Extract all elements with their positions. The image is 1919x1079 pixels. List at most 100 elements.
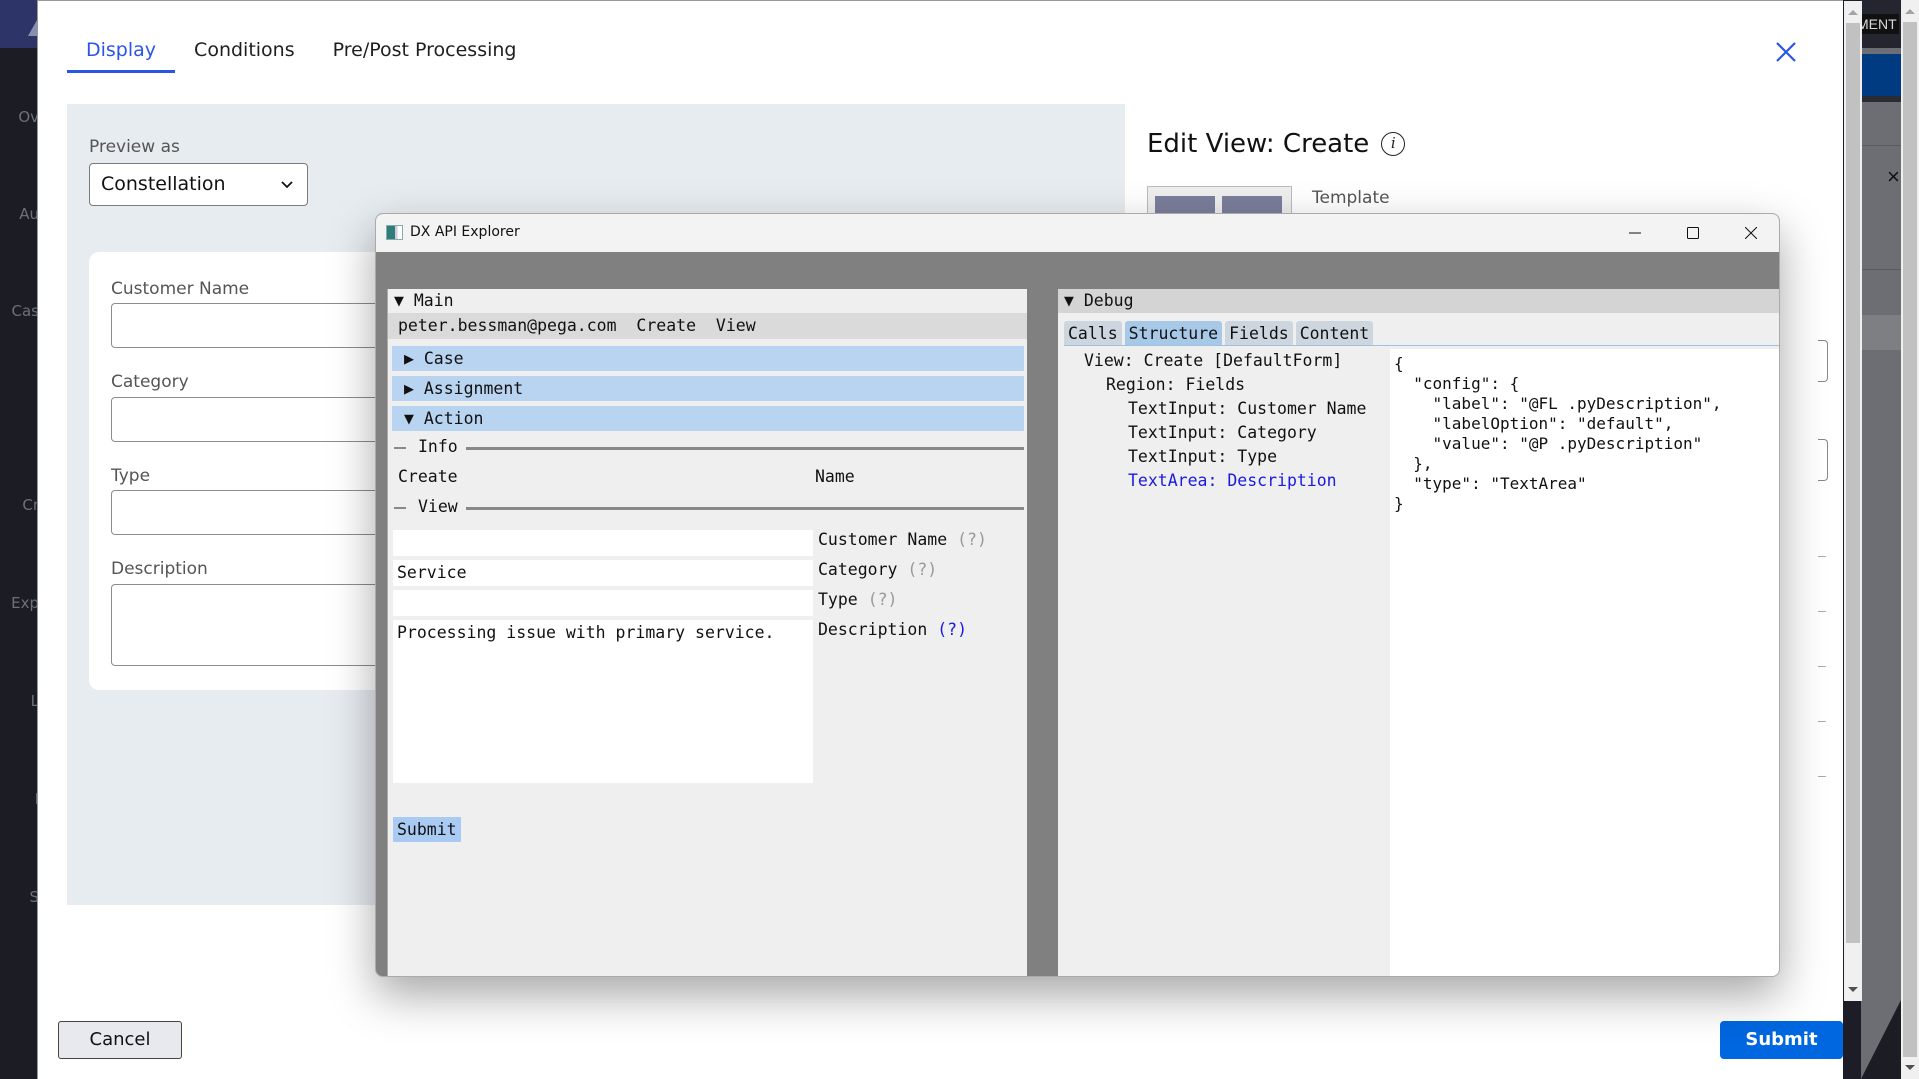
header-button-text[interactable]: MENT bbox=[1861, 14, 1899, 34]
separator-rule bbox=[466, 447, 1024, 450]
tab-pre-post-processing[interactable]: Pre/Post Processing bbox=[314, 31, 536, 73]
tree-node[interactable]: TextInput: Customer Name bbox=[1128, 399, 1366, 418]
nav-item[interactable]: Exp bbox=[11, 594, 37, 612]
scroll-up-icon[interactable] bbox=[1905, 9, 1915, 14]
tree-node[interactable]: TextInput: Category bbox=[1128, 423, 1317, 442]
type-label: Type bbox=[111, 466, 151, 486]
scrollbar-thumb[interactable] bbox=[1903, 22, 1917, 1057]
section-assignment[interactable]: ▶ Assignment bbox=[392, 376, 1024, 401]
preview-as-select[interactable]: Constellation bbox=[89, 163, 308, 206]
info-icon[interactable]: i bbox=[1381, 132, 1406, 156]
dx-submit-button[interactable]: Submit bbox=[393, 817, 461, 842]
divider bbox=[1818, 666, 1826, 667]
tab-display[interactable]: Display bbox=[67, 31, 176, 73]
template-label: Template bbox=[1312, 188, 1390, 208]
divider bbox=[1818, 611, 1826, 612]
section-case[interactable]: ▶ Case bbox=[392, 346, 1024, 371]
nav-item[interactable]: S bbox=[29, 888, 37, 906]
json-line: }, bbox=[1394, 454, 1433, 473]
json-line: { bbox=[1394, 354, 1404, 373]
minimize-button[interactable] bbox=[1606, 214, 1664, 252]
nav-item[interactable]: Ov bbox=[18, 108, 37, 126]
description-label: Description (?) bbox=[818, 620, 967, 639]
field-label: Description bbox=[818, 620, 928, 639]
close-window-button[interactable] bbox=[1722, 214, 1779, 252]
maximize-button[interactable] bbox=[1664, 214, 1722, 252]
app-brand-bar bbox=[0, 0, 37, 48]
divider bbox=[1818, 776, 1826, 777]
template-thumbnail[interactable] bbox=[1147, 186, 1292, 216]
section-action[interactable]: ▼ Action bbox=[392, 406, 1024, 431]
tab-conditions[interactable]: Conditions bbox=[175, 31, 314, 73]
cancel-button[interactable]: Cancel bbox=[58, 1021, 182, 1059]
debug-tab-calls[interactable]: Calls bbox=[1064, 321, 1122, 345]
separator-dash bbox=[394, 507, 406, 509]
close-icon[interactable]: × bbox=[1887, 164, 1900, 190]
separator-dash bbox=[394, 447, 406, 449]
close-icon[interactable] bbox=[1773, 39, 1799, 65]
nav-item[interactable]: Cas bbox=[12, 302, 37, 320]
nav-item[interactable]: Cr bbox=[22, 496, 37, 514]
corner-decoration bbox=[1861, 1000, 1901, 1079]
submit-button[interactable]: Submit bbox=[1720, 1021, 1843, 1059]
divider bbox=[1861, 96, 1901, 102]
page-scrollbar[interactable] bbox=[1901, 0, 1919, 1079]
view-title: View bbox=[414, 497, 462, 516]
debug-tab-fields[interactable]: Fields bbox=[1225, 321, 1293, 345]
modal-scrollbar[interactable] bbox=[1844, 1, 1862, 1001]
scroll-down-icon[interactable] bbox=[1848, 987, 1858, 992]
debug-pane: ▼ Debug Calls Structure Fields Content V… bbox=[1058, 289, 1779, 976]
help-icon[interactable]: (?) bbox=[868, 590, 898, 609]
row-highlight bbox=[1861, 315, 1901, 350]
tree-node[interactable]: TextInput: Type bbox=[1128, 447, 1277, 466]
type-input[interactable] bbox=[393, 590, 813, 616]
json-line: "labelOption": "default", bbox=[1394, 414, 1674, 433]
category-input[interactable]: Service bbox=[393, 560, 813, 586]
category-label: Category bbox=[111, 372, 189, 392]
json-line: "value": "@P .pyDescription" bbox=[1394, 434, 1703, 453]
window-title: DX API Explorer bbox=[410, 224, 520, 240]
config-input-edge[interactable] bbox=[1818, 439, 1828, 481]
field-label: Category bbox=[818, 560, 898, 579]
tree-node[interactable]: View: Create [DefaultForm] bbox=[1084, 351, 1342, 370]
window-titlebar[interactable]: DX API Explorer bbox=[376, 214, 1779, 252]
help-icon[interactable]: (?) bbox=[957, 530, 987, 549]
background-app-nav: Ov Au Cas Cr Exp L I S bbox=[0, 0, 37, 1079]
user-email: peter.bessman@pega.com bbox=[398, 316, 617, 335]
json-line: "config": { bbox=[1394, 374, 1520, 393]
debug-header[interactable]: ▼ Debug bbox=[1058, 289, 1779, 313]
main-header[interactable]: ▼ Main bbox=[388, 289, 1027, 313]
json-line: "label": "@FL .pyDescription", bbox=[1394, 394, 1722, 413]
info-action-name: Create bbox=[398, 467, 458, 486]
preview-as-value: Constellation bbox=[101, 173, 226, 195]
background-app-right: MENT × bbox=[1861, 0, 1901, 1079]
view-separator: View bbox=[394, 497, 1024, 517]
description-textarea[interactable]: Processing issue with primary service. bbox=[393, 620, 813, 783]
edit-view-title: Edit View: Create i bbox=[1147, 129, 1406, 159]
debug-tab-structure[interactable]: Structure bbox=[1124, 321, 1223, 345]
info-separator: Info bbox=[394, 437, 1024, 457]
field-label: Type bbox=[818, 590, 858, 609]
maximize-icon bbox=[1687, 227, 1699, 239]
customer-name-input[interactable] bbox=[393, 530, 813, 556]
info-title: Info bbox=[414, 437, 462, 456]
minimize-icon bbox=[1629, 232, 1641, 234]
customer-name-label: Customer Name (?) bbox=[818, 530, 987, 549]
close-icon bbox=[1745, 227, 1757, 239]
help-icon[interactable]: (?) bbox=[907, 560, 937, 579]
breadcrumb-create[interactable]: Create bbox=[636, 316, 696, 335]
info-name-label: Name bbox=[815, 467, 855, 486]
nav-item[interactable]: Au bbox=[19, 205, 37, 223]
scrollbar-thumb[interactable] bbox=[1846, 23, 1860, 943]
field-label: Customer Name bbox=[818, 530, 948, 549]
debug-tab-content[interactable]: Content bbox=[1295, 321, 1374, 345]
separator-rule bbox=[466, 507, 1024, 510]
breadcrumb-view[interactable]: View bbox=[716, 316, 756, 335]
app-icon bbox=[386, 225, 403, 240]
tree-node-selected[interactable]: TextArea: Description bbox=[1128, 471, 1337, 490]
scroll-up-icon[interactable] bbox=[1848, 10, 1858, 15]
scroll-down-icon[interactable] bbox=[1905, 1065, 1915, 1070]
config-input-edge[interactable] bbox=[1818, 340, 1828, 382]
help-icon[interactable]: (?) bbox=[937, 620, 967, 639]
tree-node[interactable]: Region: Fields bbox=[1106, 375, 1245, 394]
